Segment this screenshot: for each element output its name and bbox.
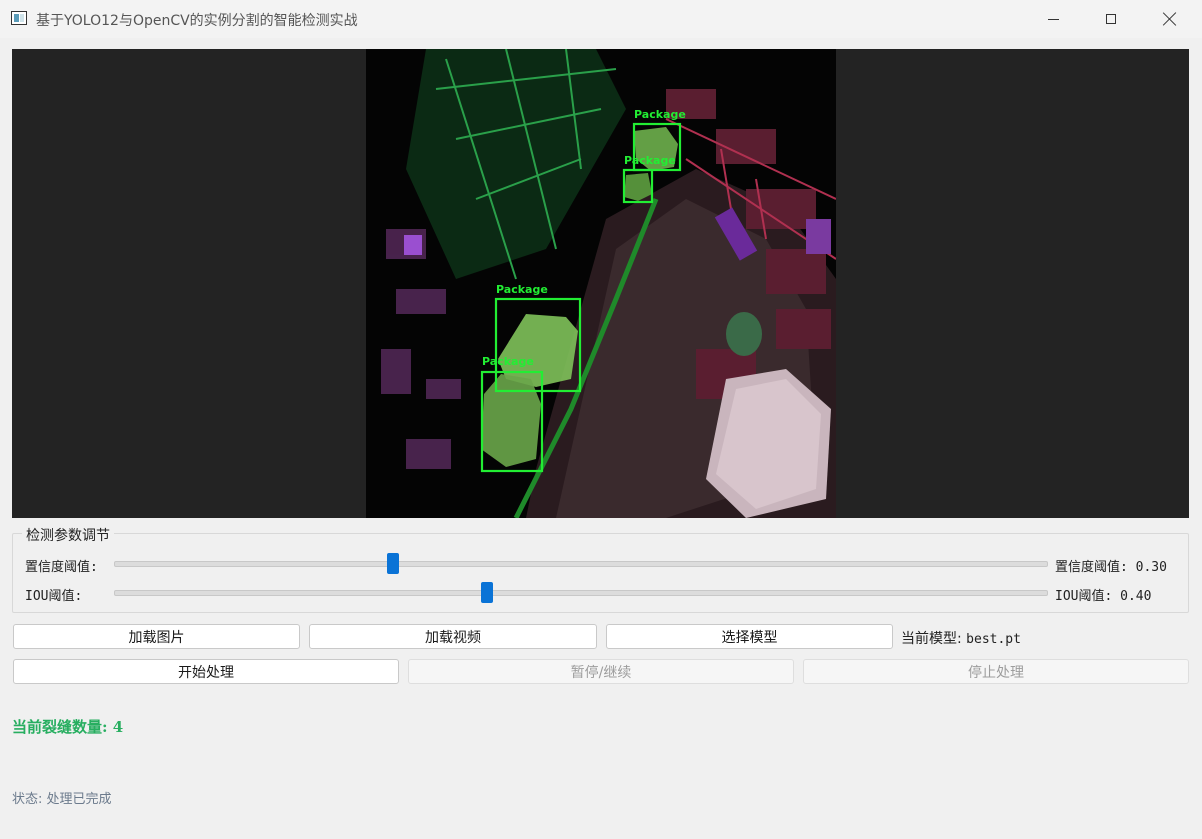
detection-label: Package bbox=[496, 283, 548, 296]
maximize-button[interactable] bbox=[1082, 0, 1140, 38]
image-viewer: Package Package Package Package bbox=[12, 49, 1189, 518]
iou-value: IOU阈值: 0.40 bbox=[1055, 589, 1152, 604]
minimize-icon bbox=[1047, 18, 1059, 20]
params-group: 检测参数调节 bbox=[12, 525, 1189, 613]
current-model: 当前模型: best.pt bbox=[901, 628, 1021, 648]
current-model-name: best.pt bbox=[966, 632, 1021, 647]
confidence-slider-handle[interactable] bbox=[387, 553, 399, 574]
detection-label: Package bbox=[482, 355, 534, 368]
confidence-slider-track[interactable] bbox=[114, 561, 1048, 567]
iou-label: IOU阈值: bbox=[25, 589, 83, 604]
detection-label: Package bbox=[634, 108, 686, 121]
start-button[interactable]: 开始处理 bbox=[13, 659, 399, 684]
params-group-title: 检测参数调节 bbox=[22, 525, 114, 545]
select-model-button[interactable]: 选择模型 bbox=[606, 624, 893, 649]
close-button[interactable] bbox=[1141, 0, 1199, 38]
minimize-button[interactable] bbox=[1024, 0, 1082, 38]
maximize-icon bbox=[1106, 14, 1116, 24]
iou-slider-handle[interactable] bbox=[481, 582, 493, 603]
pause-resume-button[interactable]: 暂停/继续 bbox=[408, 659, 794, 684]
confidence-label: 置信度阈值: bbox=[25, 560, 98, 575]
detection-image: Package Package Package Package bbox=[366, 49, 836, 518]
load-image-button[interactable]: 加载图片 bbox=[13, 624, 300, 649]
title-bar: 基于YOLO12与OpenCV的实例分割的智能检测实战 bbox=[0, 0, 1202, 38]
status-text: 状态: 处理已完成 bbox=[12, 792, 112, 807]
close-icon bbox=[1163, 12, 1177, 26]
stop-button[interactable]: 停止处理 bbox=[803, 659, 1189, 684]
app-icon bbox=[11, 11, 27, 25]
confidence-value: 置信度阈值: 0.30 bbox=[1055, 560, 1167, 575]
window-title: 基于YOLO12与OpenCV的实例分割的智能检测实战 bbox=[36, 13, 358, 29]
iou-slider-track[interactable] bbox=[114, 590, 1048, 596]
current-model-label: 当前模型: bbox=[901, 631, 962, 647]
detection-scene: Package Package Package Package bbox=[366, 49, 836, 518]
crack-count: 当前裂缝数量: 4 bbox=[12, 718, 124, 736]
detection-label: Package bbox=[624, 154, 676, 167]
load-video-button[interactable]: 加载视频 bbox=[309, 624, 597, 649]
